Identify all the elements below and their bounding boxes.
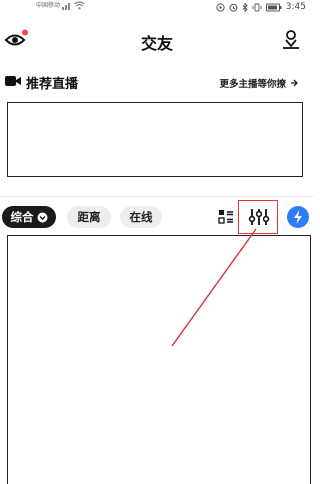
- carrier-label: 中国移动: [36, 1, 61, 9]
- section-divider: [0, 196, 314, 197]
- bluetooth-icon: [242, 2, 248, 12]
- filter-comprehensive-label: 综合: [10, 210, 34, 224]
- alarm-icon: [229, 3, 238, 12]
- page-title: 交友: [140, 34, 173, 53]
- wifi-icon: [74, 1, 85, 10]
- more-anchors-label: 更多主播等你撩: [219, 79, 286, 90]
- live-video-icon: [4, 73, 22, 89]
- chevron-right-icon: [291, 79, 298, 87]
- list-grid-icon: [218, 210, 233, 224]
- filter-online-button[interactable]: 在线: [120, 206, 162, 228]
- location-person-icon: [283, 30, 299, 49]
- live-section-title: 推荐直播: [26, 77, 79, 92]
- filter-distance-label: 距离: [77, 210, 101, 224]
- filter-comprehensive-button[interactable]: 综合: [2, 206, 56, 228]
- battery-icon: [265, 3, 282, 11]
- filter-distance-button[interactable]: 距离: [67, 206, 111, 228]
- signal-icon: [62, 2, 71, 10]
- list-view-button[interactable]: [218, 209, 234, 225]
- sliders-icon: [248, 209, 270, 225]
- filter-online-label: 在线: [129, 210, 153, 224]
- status-right: 3:45: [216, 1, 306, 13]
- lightning-icon: [294, 210, 302, 224]
- profile-location-button[interactable]: [280, 28, 302, 50]
- status-bar: 中国移动 3:45: [0, 0, 314, 14]
- vibrate-icon: [252, 3, 262, 11]
- user-list-panel[interactable]: [7, 235, 311, 484]
- status-left: 中国移动: [36, 1, 85, 10]
- chevron-down-icon: [37, 212, 47, 222]
- more-anchors-link[interactable]: 更多主播等你撩: [219, 76, 298, 90]
- quick-match-button[interactable]: [287, 206, 309, 228]
- location-status-icon: [216, 2, 225, 12]
- filter-settings-button[interactable]: [248, 207, 270, 227]
- live-stream-panel[interactable]: [7, 102, 303, 177]
- status-time: 3:45: [285, 2, 306, 12]
